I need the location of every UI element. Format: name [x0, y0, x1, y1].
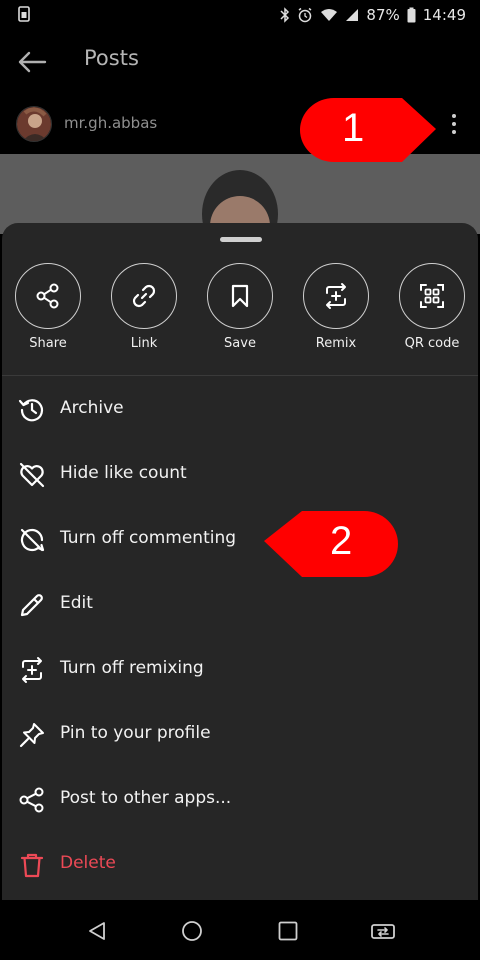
battery-icon: [407, 7, 416, 23]
edit-label: Edit: [60, 593, 93, 613]
wifi-icon: [320, 8, 338, 22]
menu-item-archive[interactable]: Archive: [2, 377, 478, 442]
archive-label: Archive: [60, 398, 124, 418]
bookmark-icon: [231, 284, 249, 308]
menu-item-turn-off-commenting[interactable]: Turn off commenting: [2, 507, 478, 572]
hide-like-count-label: Hide like count: [60, 463, 187, 483]
annotation-callout-2: 2: [264, 507, 400, 579]
nav-recents-button[interactable]: [273, 916, 303, 946]
app-header: Posts: [0, 30, 480, 92]
username[interactable]: mr.gh.abbas: [64, 114, 157, 132]
remix-button[interactable]: Remix: [291, 263, 381, 373]
remix-label: Remix: [315, 336, 357, 351]
nav-back-button[interactable]: [82, 916, 112, 946]
nav-home-button[interactable]: [177, 916, 207, 946]
qr-code-button[interactable]: QR code: [387, 263, 477, 373]
share-icon: [36, 283, 59, 309]
bluetooth-icon: [280, 7, 290, 23]
post-to-other-apps-label: Post to other apps...: [60, 788, 232, 808]
sim-card-icon: [18, 6, 30, 26]
menu-item-turn-off-remixing[interactable]: Turn off remixing: [2, 637, 478, 702]
remix-icon: [22, 657, 42, 683]
pin-to-profile-label: Pin to your profile: [60, 723, 211, 743]
avatar[interactable]: [16, 106, 52, 142]
menu-item-pin-to-profile[interactable]: Pin to your profile: [2, 702, 478, 767]
remix-icon: [326, 283, 346, 309]
alarm-icon: [297, 7, 313, 23]
system-navigation-bar: [0, 900, 480, 960]
share-icon: [19, 787, 44, 813]
pencil-icon: [20, 594, 43, 617]
link-label: Link: [130, 336, 158, 351]
back-button[interactable]: [14, 44, 50, 80]
clock: 14:49: [422, 6, 466, 24]
back-triangle-icon: [89, 922, 105, 940]
turn-off-remixing-label: Turn off remixing: [60, 658, 204, 678]
more-options-button[interactable]: [440, 110, 468, 138]
share-button[interactable]: Share: [3, 263, 93, 373]
menu-item-edit[interactable]: Edit: [2, 572, 478, 637]
menu-item-hide-like-count[interactable]: Hide like count: [2, 442, 478, 507]
switch-apps-icon: [371, 924, 395, 939]
page-title: Posts: [84, 46, 139, 70]
menu-item-post-to-other-apps[interactable]: Post to other apps...: [2, 767, 478, 832]
menu-item-delete[interactable]: Delete: [2, 832, 478, 897]
options-bottom-sheet: Share Link Save Remix QR code Archive Hi…: [2, 223, 478, 900]
home-circle-icon: [182, 921, 202, 941]
divider: [2, 375, 478, 376]
link-button[interactable]: Link: [99, 263, 189, 373]
status-bar: 87% 14:49: [0, 0, 480, 30]
comment-off-icon: [20, 528, 45, 552]
save-button[interactable]: Save: [195, 263, 285, 373]
delete-label: Delete: [60, 853, 116, 873]
heart-off-icon: [19, 462, 45, 488]
battery-percent: 87%: [366, 6, 400, 24]
quick-actions-row: Share Link Save Remix QR code: [2, 263, 478, 373]
more-vertical-icon: [452, 114, 456, 118]
save-label: Save: [224, 336, 256, 351]
archive-icon: [18, 399, 44, 422]
turn-off-commenting-label: Turn off commenting: [60, 528, 237, 548]
drag-handle[interactable]: [220, 237, 262, 242]
callout-number-2: 2: [330, 519, 353, 563]
signal-icon: [345, 8, 359, 22]
arrow-left-icon: [18, 51, 47, 73]
annotation-callout-1: 1: [298, 96, 438, 166]
qr-code-icon: [420, 284, 444, 308]
qr-code-label: QR code: [404, 336, 460, 351]
trash-icon: [20, 853, 44, 878]
callout-number-1: 1: [342, 106, 365, 150]
nav-switch-apps-button[interactable]: [368, 916, 398, 946]
share-label: Share: [29, 336, 67, 351]
link-icon: [132, 284, 156, 308]
recents-square-icon: [278, 921, 298, 941]
pin-icon: [19, 723, 44, 748]
